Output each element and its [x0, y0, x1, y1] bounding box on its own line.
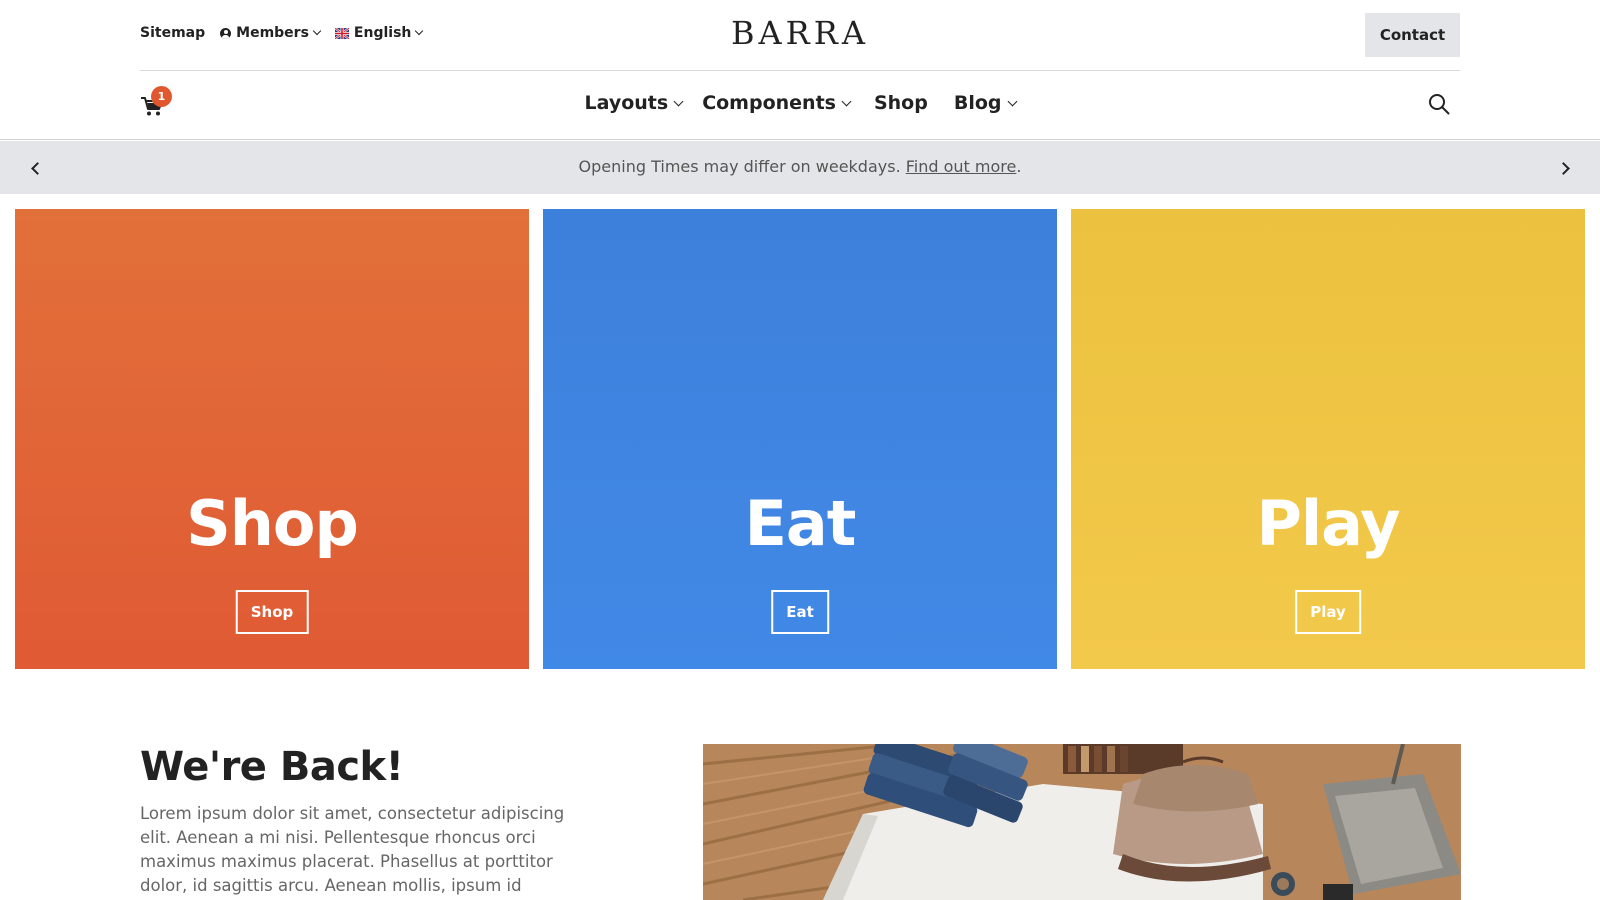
uk-flag-icon [334, 27, 349, 39]
nav-item-label: Blog [953, 92, 1002, 114]
site-logo[interactable]: BARRA [731, 14, 869, 52]
nav-menu: Layouts Components Shop Blog [0, 92, 1600, 114]
chevron-down-icon [1007, 96, 1017, 106]
members-label: Members [236, 25, 309, 41]
find-out-more-link[interactable]: Find out more [906, 157, 1017, 176]
section-body-text: Lorem ipsum dolor sit amet, consectetur … [140, 804, 565, 895]
category-tiles: Shop Shop Eat Eat Play Play [15, 209, 1585, 669]
section-heading: We're Back! [140, 744, 404, 790]
sitemap-link[interactable]: Sitemap [140, 25, 205, 41]
nav-item-layouts[interactable]: Layouts [584, 92, 684, 114]
tile-title: Shop [186, 487, 359, 560]
chevron-down-icon [415, 26, 424, 36]
language-label: English [353, 25, 412, 41]
top-utility-bar: Sitemap Members English BARRA Contact [140, 0, 1460, 71]
announcement-bar: Opening Times may differ on weekdays. Fi… [0, 141, 1600, 194]
tile-title: Eat [744, 487, 857, 560]
chevron-right-icon [1556, 161, 1570, 175]
clothing-store-illustration [703, 744, 1461, 900]
utility-links: Sitemap Members English [140, 25, 437, 41]
tile-eat-button[interactable]: Eat [771, 590, 829, 634]
tile-shop-button[interactable]: Shop [235, 590, 309, 634]
chevron-down-icon [673, 96, 684, 106]
tile-eat[interactable]: Eat Eat [543, 209, 1057, 669]
tile-play-button[interactable]: Play [1295, 590, 1361, 634]
members-dropdown[interactable]: Members [220, 25, 322, 41]
tile-title: Play [1256, 487, 1400, 560]
announcement-text: Opening Times may differ on weekdays. Fi… [0, 157, 1600, 176]
sitemap-label: Sitemap [140, 25, 206, 41]
nav-item-shop[interactable]: Shop [874, 92, 928, 114]
user-icon [220, 27, 232, 39]
tile-play[interactable]: Play Play [1071, 209, 1585, 669]
chevron-down-icon [841, 96, 852, 106]
contact-button[interactable]: Contact [1365, 13, 1460, 57]
nav-item-blog[interactable]: Blog [953, 92, 1017, 114]
nav-item-label: Components [702, 92, 836, 114]
language-dropdown[interactable]: English [334, 25, 424, 41]
store-photo [703, 744, 1461, 900]
nav-item-components[interactable]: Components [702, 92, 852, 114]
main-navigation: 1 Layouts Components Shop Blog [0, 71, 1600, 140]
next-announcement-button[interactable] [1556, 159, 1574, 177]
search-icon[interactable] [1428, 93, 1450, 115]
nav-item-label: Shop [873, 92, 928, 114]
chevron-down-icon [312, 26, 322, 36]
announcement-message: Opening Times may differ on weekdays. [578, 157, 901, 176]
nav-item-label: Layouts [584, 92, 669, 114]
tile-shop[interactable]: Shop Shop [15, 209, 529, 669]
announcement-trailing: . [1016, 157, 1022, 176]
